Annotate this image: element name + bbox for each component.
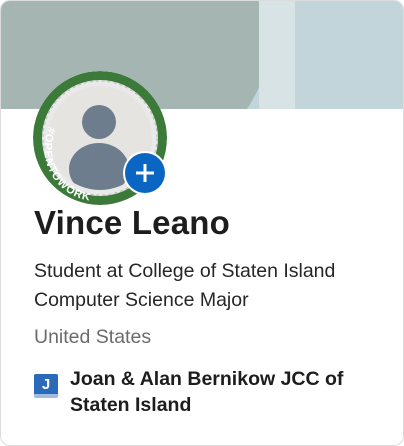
company-name: Joan & Alan Bernikow JCC of Staten Islan… — [70, 368, 344, 416]
profile-headline: Student at College of Staten Island Comp… — [34, 260, 336, 311]
banner-stripe — [259, 1, 295, 109]
current-company-link[interactable]: J Joan & Alan Bernikow JCC of Staten Isl… — [34, 366, 384, 418]
add-photo-button[interactable] — [123, 151, 167, 195]
plus-icon — [125, 153, 165, 193]
avatar-container[interactable]: #OPENTOWORK — [33, 71, 167, 205]
profile-name: Vince Leano — [34, 204, 230, 241]
company-logo-icon: J — [34, 374, 58, 398]
profile-card: #OPENTOWORK Vince Leano Student at Colle… — [0, 0, 404, 446]
profile-location: United States — [34, 326, 152, 348]
